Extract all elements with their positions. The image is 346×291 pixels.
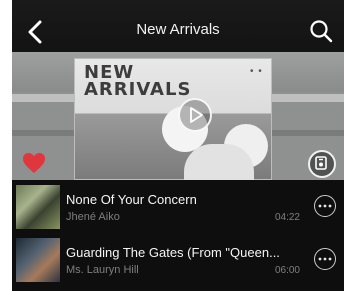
playlist-banner: NEW ARRIVALS • • bbox=[12, 52, 344, 180]
track-artist: Ms. Lauryn Hill bbox=[66, 264, 139, 276]
track-row[interactable]: Guarding The Gates (From "Queen... Ms. L… bbox=[12, 235, 344, 285]
track-duration: 04:22 bbox=[274, 212, 300, 223]
playlist-icon bbox=[315, 156, 327, 170]
search-icon bbox=[310, 20, 333, 43]
album-art-dots: • • bbox=[250, 66, 263, 77]
playlist-button[interactable] bbox=[308, 150, 336, 178]
album-art-shape bbox=[184, 144, 254, 180]
track-artist: Jhené Aiko bbox=[66, 211, 120, 223]
play-button[interactable] bbox=[178, 98, 212, 132]
track-title: None Of Your Concern bbox=[66, 192, 197, 207]
track-row[interactable]: None Of Your Concern Jhené Aiko 04:22 bbox=[12, 182, 344, 232]
like-button[interactable] bbox=[22, 152, 46, 174]
chevron-left-icon bbox=[28, 20, 42, 44]
heart-icon bbox=[23, 153, 45, 173]
track-more-button[interactable] bbox=[314, 248, 336, 270]
track-thumbnail bbox=[16, 185, 60, 229]
track-title: Guarding The Gates (From "Queen... bbox=[66, 245, 280, 260]
play-icon bbox=[190, 107, 203, 123]
more-icon bbox=[318, 204, 332, 208]
track-more-button[interactable] bbox=[314, 195, 336, 217]
track-thumbnail bbox=[16, 238, 60, 282]
track-duration: 06:00 bbox=[274, 265, 300, 276]
page-title: New Arrivals bbox=[136, 21, 220, 38]
search-button[interactable] bbox=[308, 18, 334, 44]
album-art-line: ARRIVALS bbox=[84, 79, 192, 100]
more-icon bbox=[318, 257, 332, 261]
top-bar: New Arrivals bbox=[12, 0, 344, 58]
album-art[interactable]: NEW ARRIVALS • • bbox=[74, 58, 272, 180]
album-art-text: NEW ARRIVALS bbox=[84, 64, 214, 100]
back-button[interactable] bbox=[24, 18, 48, 46]
app-screen: New Arrivals NEW ARRIVALS • • None Of Yo… bbox=[12, 0, 344, 291]
